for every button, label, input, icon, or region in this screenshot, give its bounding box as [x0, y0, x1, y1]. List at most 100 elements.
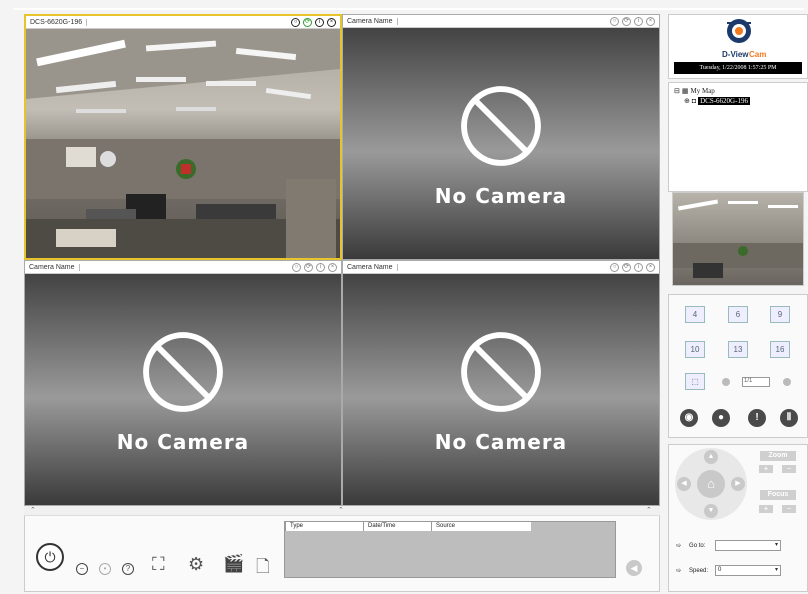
goto-select[interactable] [715, 540, 782, 551]
camera-view-2[interactable]: Camera Name ○ ⟳ i × No Camera [342, 14, 660, 260]
circle-icon[interactable]: ○ [610, 16, 619, 26]
layout-10-button[interactable]: 10 [685, 341, 705, 358]
close-icon[interactable]: × [327, 17, 336, 27]
layout-4-button[interactable]: 4 [685, 306, 705, 323]
goto-icon: ➯ [676, 543, 682, 549]
speed-select[interactable]: 0 [715, 565, 782, 576]
camera-icon: ◘ [691, 97, 697, 105]
camera-header: Camera Name ○ ⟳ i × [343, 261, 659, 274]
tree-root-label: My Map [690, 87, 715, 95]
speed-row: ➯ Speed: 0 [676, 565, 782, 576]
zoom-out-button[interactable]: − [782, 465, 796, 473]
layout-6-button[interactable]: 6 [728, 306, 748, 323]
fullscreen-icon[interactable]: ⛶ [152, 554, 165, 575]
minimize-icon[interactable]: − [76, 563, 88, 575]
column-source[interactable]: Source [431, 522, 531, 531]
camera-view-1[interactable]: DCS-6620G-196 ○ ⟳ i × [24, 14, 342, 260]
ptz-dpad: ▲ ▼ ◀ ▶ ⌂ [675, 448, 747, 520]
no-camera-placeholder: No Camera [25, 274, 341, 505]
info-icon[interactable]: i [634, 16, 643, 26]
column-datetime[interactable]: Date/Time [363, 522, 431, 531]
gear-icon[interactable]: ⚙ [188, 554, 204, 575]
map-icon: ▦ [681, 87, 689, 95]
zoom-in-button[interactable]: + [759, 465, 773, 473]
svg-text:D-View: D-View [722, 50, 749, 59]
ptz-down-button[interactable]: ▼ [704, 504, 718, 518]
close-icon[interactable]: × [646, 16, 655, 26]
refresh-icon[interactable]: ⟳ [304, 262, 313, 272]
prohibited-icon [143, 331, 223, 412]
column-type[interactable]: Type [285, 522, 363, 531]
power-button[interactable]: ⏻ [36, 543, 64, 571]
prohibited-icon [461, 85, 541, 166]
expand-right-icon[interactable]: ⌃ [646, 506, 652, 514]
camera-grid: DCS-6620G-196 ○ ⟳ i × Camera Name ○ ⟳ i … [24, 14, 660, 506]
circle-icon[interactable]: ○ [292, 262, 301, 272]
map-tree: ⊟ ▦ My Map ⊕ ◘ DCS-6620G-196 [674, 86, 750, 106]
no-camera-text: No Camera [434, 429, 568, 454]
camera-view-3[interactable]: Camera Name ○ ⟳ i × No Camera [24, 260, 342, 506]
camera-name: Camera Name [347, 17, 398, 25]
settings-small-icon[interactable]: • [99, 563, 111, 575]
camera-name: DCS-6620G-196 [30, 18, 88, 26]
tree-device[interactable]: ⊕ ◘ DCS-6620G-196 [674, 96, 750, 106]
refresh-icon[interactable]: ⟳ [622, 262, 631, 272]
no-camera-placeholder: No Camera [343, 28, 659, 259]
expand-icon[interactable]: ⊕ [684, 97, 690, 105]
next-page-icon[interactable] [783, 378, 791, 386]
camera-view-4[interactable]: Camera Name ○ ⟳ i × No Camera [342, 260, 660, 506]
tree-root[interactable]: ⊟ ▦ My Map [674, 86, 750, 96]
snapshot-button[interactable]: ◉ [680, 409, 698, 427]
close-icon[interactable]: × [646, 262, 655, 272]
alert-button[interactable]: ! [748, 409, 766, 427]
focus-label: Focus [760, 490, 796, 500]
camera-name: Camera Name [29, 263, 80, 271]
layout-13-button[interactable]: 13 [728, 341, 748, 358]
goto-label: Go to: [689, 542, 706, 549]
playback-icon[interactable]: 🎬 [223, 554, 244, 574]
layout-16-button[interactable]: 16 [770, 341, 790, 358]
expand-middle-icon[interactable]: ⌃ [338, 506, 344, 514]
record-button[interactable]: ● [712, 409, 730, 427]
camera-header: Camera Name ○ ⟳ i × [25, 261, 341, 274]
collapse-icon[interactable]: ⊟ [674, 87, 680, 95]
camera-header: DCS-6620G-196 ○ ⟳ i × [26, 16, 340, 29]
tree-device-label: DCS-6620G-196 [698, 97, 750, 105]
help-icon[interactable]: ? [122, 563, 134, 575]
ptz-up-button[interactable]: ▲ [704, 450, 718, 464]
page-indicator: 1/1 [742, 377, 770, 387]
speed-label: Speed: [689, 567, 709, 574]
no-camera-text: No Camera [434, 183, 568, 208]
zoom-label: Zoom [760, 451, 796, 461]
speed-icon: ➯ [676, 568, 682, 574]
collapse-bar: ⌃ ⌃ ⌃ [24, 506, 660, 516]
prev-page-icon[interactable] [722, 378, 730, 386]
focus-near-button[interactable]: + [759, 505, 773, 513]
ptz-right-button[interactable]: ▶ [731, 477, 745, 491]
circle-icon[interactable]: ○ [291, 17, 300, 27]
refresh-icon[interactable]: ⟳ [303, 17, 312, 27]
ptz-left-button[interactable]: ◀ [677, 477, 691, 491]
ptz-home-button[interactable]: ⌂ [697, 470, 725, 498]
no-camera-placeholder: No Camera [343, 274, 659, 505]
fullscreen-layout-button[interactable]: ⬚ [685, 373, 705, 390]
pause-button[interactable]: Ⅱ [780, 409, 798, 427]
title-strip [14, 8, 804, 10]
layout-9-button[interactable]: 9 [770, 306, 790, 323]
goto-row: ➯ Go to: [676, 540, 782, 551]
camera-preview-thumbnail [672, 192, 804, 286]
datetime-display: Tuesday, 1/22/2008 1:57:25 PM [674, 62, 802, 74]
event-log: Type Date/Time Source [284, 521, 616, 578]
info-icon[interactable]: i [634, 262, 643, 272]
document-icon[interactable]: 🗋 [256, 554, 270, 583]
refresh-icon[interactable]: ⟳ [622, 16, 631, 26]
circle-icon[interactable]: ○ [610, 262, 619, 272]
camera-feed [26, 29, 340, 258]
focus-far-button[interactable]: − [782, 505, 796, 513]
close-icon[interactable]: × [328, 262, 337, 272]
camera-header: Camera Name ○ ⟳ i × [343, 15, 659, 28]
info-icon[interactable]: i [315, 17, 324, 27]
expand-left-icon[interactable]: ⌃ [30, 506, 36, 514]
info-icon[interactable]: i [316, 262, 325, 272]
log-back-button[interactable]: ◀ [626, 560, 642, 576]
